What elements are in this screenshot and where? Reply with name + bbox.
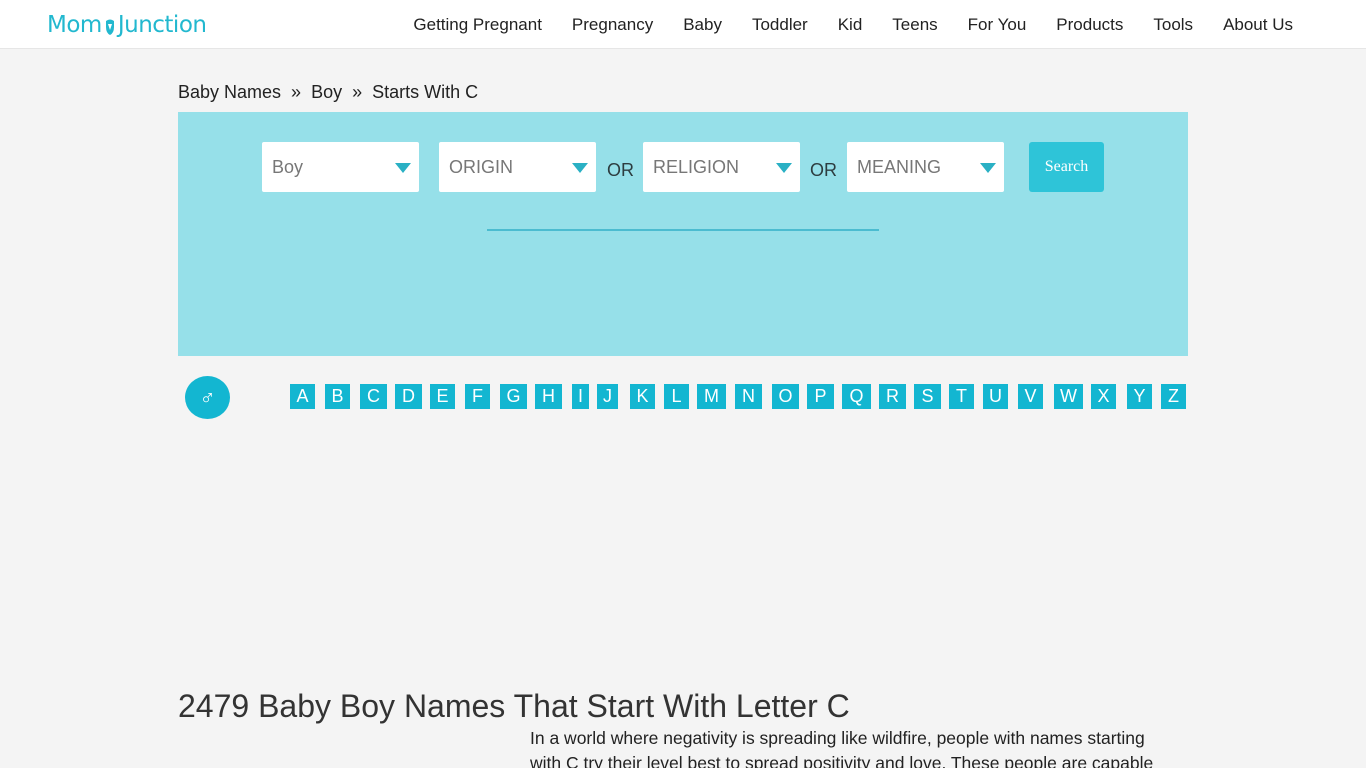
- origin-select-value: ORIGIN: [449, 157, 514, 177]
- letter-h-button[interactable]: H: [535, 384, 562, 409]
- nav-for-you[interactable]: For You: [968, 15, 1027, 35]
- alphabet-filter: ♂ ABCDEFGHIJKLMNOPQRSTUVWXYZ: [178, 376, 1188, 420]
- letter-c-button[interactable]: C: [360, 384, 387, 409]
- or-label: OR: [810, 160, 837, 180]
- search-button[interactable]: Search: [1029, 142, 1104, 192]
- letter-i-button[interactable]: I: [572, 384, 589, 409]
- letter-e-button[interactable]: E: [430, 384, 455, 409]
- main-nav: Getting Pregnant Pregnancy Baby Toddler …: [413, 0, 1293, 49]
- or-label: OR: [607, 160, 634, 180]
- breadcrumb-separator: »: [291, 82, 302, 102]
- chevron-down-icon: [395, 163, 411, 173]
- letter-x-button[interactable]: X: [1091, 384, 1116, 409]
- breadcrumb-current: Starts With C: [372, 82, 479, 102]
- letter-a-button[interactable]: A: [290, 384, 315, 409]
- letter-r-button[interactable]: R: [879, 384, 906, 409]
- letter-g-button[interactable]: G: [500, 384, 527, 409]
- letter-t-button[interactable]: T: [949, 384, 974, 409]
- gender-select[interactable]: Boy: [262, 142, 419, 192]
- nav-toddler[interactable]: Toddler: [752, 15, 808, 35]
- nav-getting-pregnant[interactable]: Getting Pregnant: [413, 15, 542, 35]
- letter-p-button[interactable]: P: [807, 384, 834, 409]
- letter-f-button[interactable]: F: [465, 384, 490, 409]
- letter-j-button[interactable]: J: [597, 384, 618, 409]
- chevron-down-icon: [572, 163, 588, 173]
- nav-products[interactable]: Products: [1056, 15, 1123, 35]
- letter-k-button[interactable]: K: [630, 384, 655, 409]
- chevron-down-icon: [776, 163, 792, 173]
- letter-d-button[interactable]: D: [395, 384, 422, 409]
- letter-o-button[interactable]: O: [772, 384, 799, 409]
- nav-pregnancy[interactable]: Pregnancy: [572, 15, 653, 35]
- letter-w-button[interactable]: W: [1054, 384, 1083, 409]
- meaning-select-value: MEANING: [857, 157, 942, 177]
- nav-kid[interactable]: Kid: [838, 15, 863, 35]
- religion-select-value: RELIGION: [653, 157, 740, 177]
- meaning-select[interactable]: MEANING: [847, 142, 1004, 192]
- gender-select-value: Boy: [272, 157, 304, 177]
- breadcrumb-separator: »: [352, 82, 363, 102]
- nav-about-us[interactable]: About Us: [1223, 15, 1293, 35]
- letter-z-button[interactable]: Z: [1161, 384, 1186, 409]
- origin-select[interactable]: ORIGIN: [439, 142, 596, 192]
- letter-q-button[interactable]: Q: [842, 384, 871, 409]
- breadcrumb-baby-names[interactable]: Baby Names: [178, 82, 281, 103]
- letter-m-button[interactable]: M: [697, 384, 726, 409]
- momjunction-logo[interactable]: Mom Junction: [47, 12, 207, 38]
- divider-line: [487, 229, 879, 231]
- logo-text-mom: Mom: [47, 12, 102, 38]
- page-title: 2479 Baby Boy Names That Start With Lett…: [178, 688, 850, 724]
- logo-mark-icon: [104, 16, 116, 35]
- search-panel: Boy ORIGIN OR RELIGION OR MEANING Search: [178, 112, 1188, 356]
- site-header: Mom Junction Getting Pregnant Pregnancy …: [0, 0, 1366, 49]
- religion-select[interactable]: RELIGION: [643, 142, 800, 192]
- logo-text-junction: Junction: [117, 12, 207, 38]
- nav-teens[interactable]: Teens: [892, 15, 937, 35]
- letter-u-button[interactable]: U: [983, 384, 1008, 409]
- breadcrumb: Baby Names » Boy » Starts With C: [178, 82, 478, 103]
- nav-tools[interactable]: Tools: [1153, 15, 1193, 35]
- letter-b-button[interactable]: B: [325, 384, 350, 409]
- letter-n-button[interactable]: N: [735, 384, 762, 409]
- letter-v-button[interactable]: V: [1018, 384, 1043, 409]
- breadcrumb-boy[interactable]: Boy: [311, 82, 342, 103]
- intro-paragraph: In a world where negativity is spreading…: [530, 728, 1154, 768]
- letter-y-button[interactable]: Y: [1127, 384, 1152, 409]
- letter-s-button[interactable]: S: [914, 384, 941, 409]
- letter-l-button[interactable]: L: [664, 384, 689, 409]
- nav-baby[interactable]: Baby: [683, 15, 722, 35]
- chevron-down-icon: [980, 163, 996, 173]
- male-symbol-icon[interactable]: ♂: [185, 376, 230, 419]
